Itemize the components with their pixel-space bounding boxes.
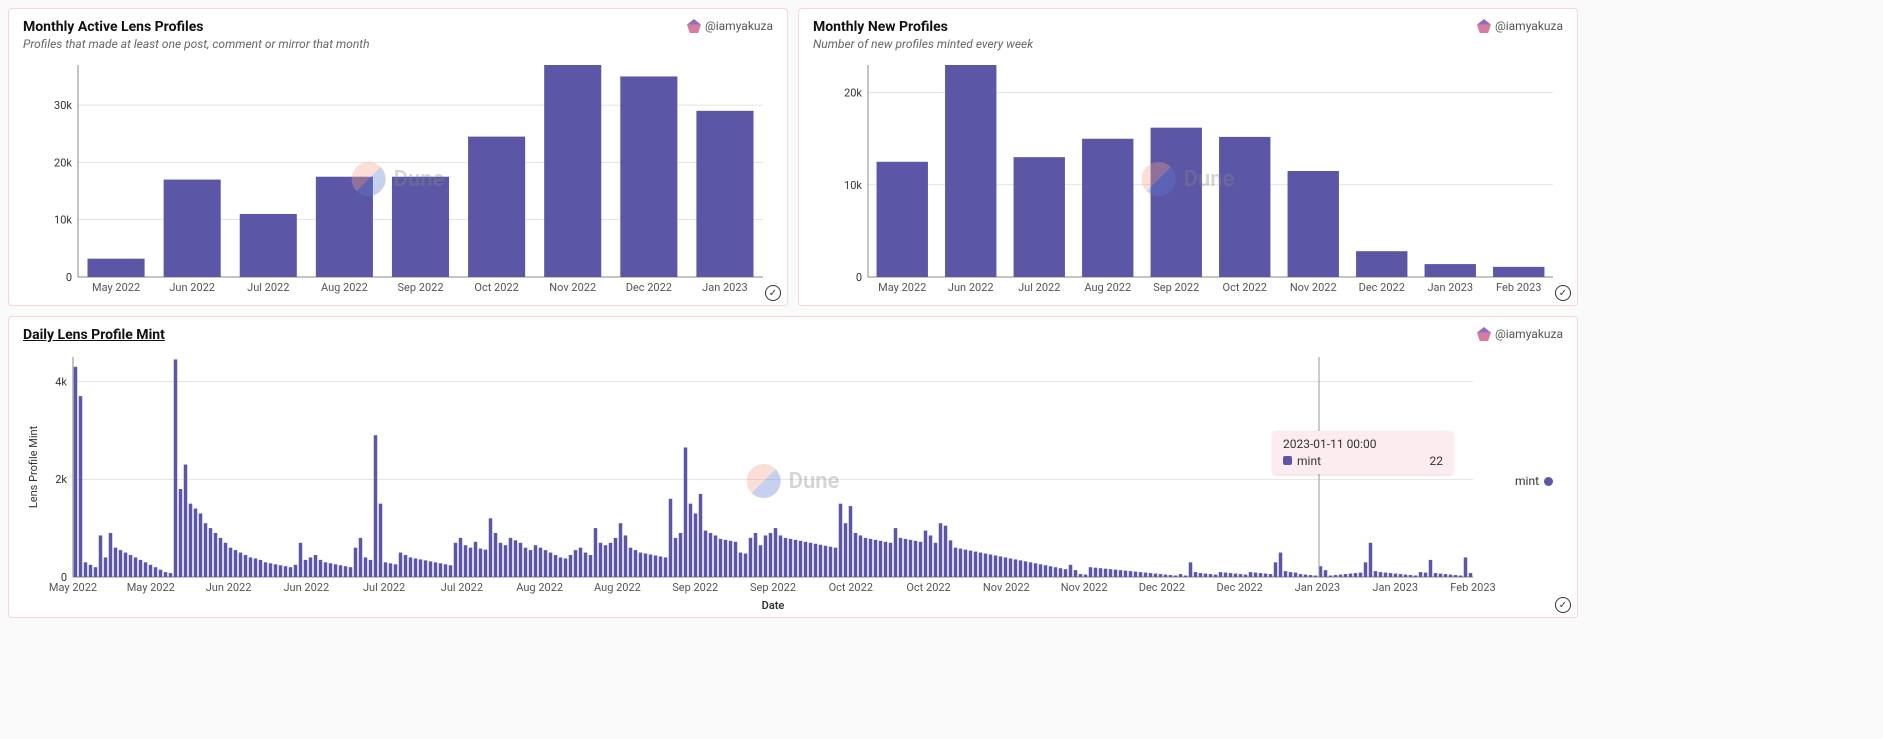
svg-text:Nov 2022: Nov 2022	[1061, 581, 1108, 594]
chart-subtitle: Profiles that made at least one post, co…	[23, 37, 370, 51]
svg-text:Oct 2022: Oct 2022	[829, 581, 873, 594]
svg-text:May 2022: May 2022	[127, 581, 175, 594]
svg-text:May 2022: May 2022	[49, 581, 97, 594]
panel-monthly-active: Monthly Active Lens Profiles Profiles th…	[8, 8, 788, 306]
tooltip-date: 2023-01-11 00:00	[1283, 437, 1443, 451]
svg-text:Jun 2022: Jun 2022	[169, 281, 215, 294]
svg-text:10k: 10k	[54, 214, 72, 227]
svg-text:Feb 2023: Feb 2023	[1450, 581, 1495, 594]
check-icon[interactable]: ✓	[765, 285, 781, 301]
svg-text:Jul 2022: Jul 2022	[247, 281, 289, 294]
svg-text:Dec 2022: Dec 2022	[626, 281, 672, 294]
svg-text:2k: 2k	[55, 473, 67, 486]
svg-text:Lens Profile Mint: Lens Profile Mint	[27, 425, 40, 508]
svg-text:Oct 2022: Oct 2022	[906, 581, 950, 594]
tooltip-value: 22	[1430, 454, 1444, 468]
svg-text:Date: Date	[762, 599, 785, 611]
chart-title[interactable]: Monthly New Profiles	[813, 19, 1033, 35]
svg-text:Aug 2022: Aug 2022	[1084, 281, 1131, 294]
svg-text:0: 0	[856, 271, 862, 284]
chart-title[interactable]: Monthly Active Lens Profiles	[23, 19, 370, 35]
svg-text:30k: 30k	[54, 99, 72, 112]
svg-text:May 2022: May 2022	[92, 281, 140, 294]
svg-text:Jun 2022: Jun 2022	[206, 581, 252, 594]
svg-text:Aug 2022: Aug 2022	[594, 581, 641, 594]
chart-title[interactable]: Daily Lens Profile Mint	[23, 327, 165, 343]
svg-text:Jul 2022: Jul 2022	[1018, 281, 1060, 294]
user-icon	[687, 19, 701, 33]
author-handle: @iamyakuza	[1495, 19, 1563, 33]
chart-daily-mint[interactable]: Dune 02k4kMay 2022May 2022Jun 2022Jun 20…	[23, 351, 1563, 611]
svg-text:May 2022: May 2022	[878, 281, 926, 294]
svg-text:Jul 2022: Jul 2022	[363, 581, 405, 594]
author-link[interactable]: @iamyakuza	[1477, 327, 1563, 341]
svg-text:Dec 2022: Dec 2022	[1217, 581, 1263, 594]
panel-daily-mint: Daily Lens Profile Mint @iamyakuza Dune …	[8, 316, 1578, 618]
panel-header: Monthly Active Lens Profiles Profiles th…	[23, 19, 773, 51]
svg-text:4k: 4k	[55, 375, 67, 388]
svg-text:Jan 2023: Jan 2023	[1372, 581, 1418, 594]
svg-text:Aug 2022: Aug 2022	[516, 581, 563, 594]
svg-text:Dec 2022: Dec 2022	[1359, 281, 1405, 294]
svg-text:Sep 2022: Sep 2022	[398, 281, 444, 294]
check-icon[interactable]: ✓	[1555, 285, 1571, 301]
series-color-icon	[1283, 456, 1292, 465]
chart-legend[interactable]: mint	[1515, 474, 1553, 488]
svg-text:Jun 2022: Jun 2022	[948, 281, 994, 294]
chart-monthly-new[interactable]: Dune 010k20kMay 2022Jun 2022Jul 2022Aug …	[813, 59, 1563, 299]
chart-monthly-active[interactable]: Dune 010k20k30kMay 2022Jun 2022Jul 2022A…	[23, 59, 773, 299]
svg-text:10k: 10k	[844, 179, 862, 192]
svg-text:Jul 2022: Jul 2022	[441, 581, 483, 594]
svg-text:Oct 2022: Oct 2022	[1223, 281, 1267, 294]
chart-subtitle: Number of new profiles minted every week	[813, 37, 1033, 51]
svg-text:Sep 2022: Sep 2022	[750, 581, 796, 594]
svg-text:Oct 2022: Oct 2022	[474, 281, 518, 294]
tooltip-series: mint	[1297, 454, 1321, 468]
svg-text:Sep 2022: Sep 2022	[672, 581, 718, 594]
svg-text:Nov 2022: Nov 2022	[1290, 281, 1337, 294]
panel-header: Monthly New Profiles Number of new profi…	[813, 19, 1563, 51]
author-handle: @iamyakuza	[705, 19, 773, 33]
author-link[interactable]: @iamyakuza	[1477, 19, 1563, 33]
svg-text:Dec 2022: Dec 2022	[1139, 581, 1185, 594]
legend-label: mint	[1515, 474, 1539, 488]
author-handle: @iamyakuza	[1495, 327, 1563, 341]
panel-header: Daily Lens Profile Mint @iamyakuza	[23, 327, 1563, 343]
svg-text:Jan 2023: Jan 2023	[1295, 581, 1341, 594]
svg-text:20k: 20k	[54, 156, 72, 169]
svg-text:Aug 2022: Aug 2022	[321, 281, 368, 294]
user-icon	[1477, 19, 1491, 33]
svg-text:20k: 20k	[844, 87, 862, 100]
svg-text:Jan 2023: Jan 2023	[702, 281, 748, 294]
svg-text:Nov 2022: Nov 2022	[549, 281, 596, 294]
user-icon	[1477, 327, 1491, 341]
svg-text:Jun 2022: Jun 2022	[283, 581, 329, 594]
svg-text:Sep 2022: Sep 2022	[1153, 281, 1199, 294]
check-icon[interactable]: ✓	[1555, 597, 1571, 613]
author-link[interactable]: @iamyakuza	[687, 19, 773, 33]
chart-tooltip: 2023-01-11 00:00 mint 22	[1273, 431, 1453, 474]
svg-text:Nov 2022: Nov 2022	[983, 581, 1030, 594]
svg-text:Jan 2023: Jan 2023	[1427, 281, 1473, 294]
svg-text:0: 0	[66, 271, 72, 284]
panel-monthly-new: Monthly New Profiles Number of new profi…	[798, 8, 1578, 306]
legend-dot-icon	[1544, 477, 1553, 486]
svg-text:Feb 2023: Feb 2023	[1496, 281, 1541, 294]
